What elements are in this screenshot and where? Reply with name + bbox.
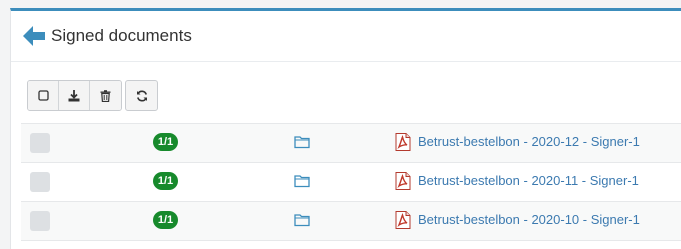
back-button[interactable] — [21, 23, 47, 49]
document-link[interactable]: Betrust-bestelbon - 2020-10 - Signer-1 — [418, 212, 640, 227]
toolbar — [27, 80, 158, 111]
status-badge: 1/1 — [153, 211, 178, 229]
signed-documents-panel: Signed documents 1/1 Betrust-bestelbon -… — [10, 8, 681, 249]
refresh-icon — [136, 90, 147, 101]
folder-icon[interactable] — [294, 174, 310, 188]
document-link[interactable]: Betrust-bestelbon - 2020-12 - Signer-1 — [418, 134, 640, 149]
refresh-button[interactable] — [125, 80, 158, 111]
pdf-icon — [395, 211, 411, 229]
table-row: 1/1 Betrust-bestelbon - 2020-12 - Signer… — [21, 123, 681, 162]
folder-icon[interactable] — [294, 213, 310, 227]
row-checkbox[interactable] — [30, 133, 50, 153]
checkbox-icon — [37, 90, 49, 101]
page-title: Signed documents — [51, 26, 192, 45]
pdf-icon — [395, 133, 411, 151]
delete-button[interactable] — [90, 81, 121, 110]
row-checkbox[interactable] — [30, 172, 50, 192]
table-row: 1/1 Betrust-bestelbon - 2020-11 - Signer… — [21, 162, 681, 201]
panel-header: Signed documents — [11, 11, 681, 62]
download-button[interactable] — [59, 81, 90, 110]
select-all-button[interactable] — [28, 81, 59, 110]
trash-icon — [100, 89, 111, 102]
pdf-icon — [395, 172, 411, 190]
documents-table: 1/1 Betrust-bestelbon - 2020-12 - Signer… — [21, 123, 681, 241]
row-checkbox[interactable] — [30, 211, 50, 231]
status-badge: 1/1 — [153, 172, 178, 190]
download-icon — [68, 89, 80, 101]
arrow-left-icon — [23, 26, 45, 46]
document-link[interactable]: Betrust-bestelbon - 2020-11 - Signer-1 — [418, 173, 639, 188]
action-button-group — [27, 80, 122, 111]
table-row: 1/1 Betrust-bestelbon - 2020-10 - Signer… — [21, 201, 681, 241]
status-badge: 1/1 — [153, 133, 178, 151]
folder-icon[interactable] — [294, 135, 310, 149]
